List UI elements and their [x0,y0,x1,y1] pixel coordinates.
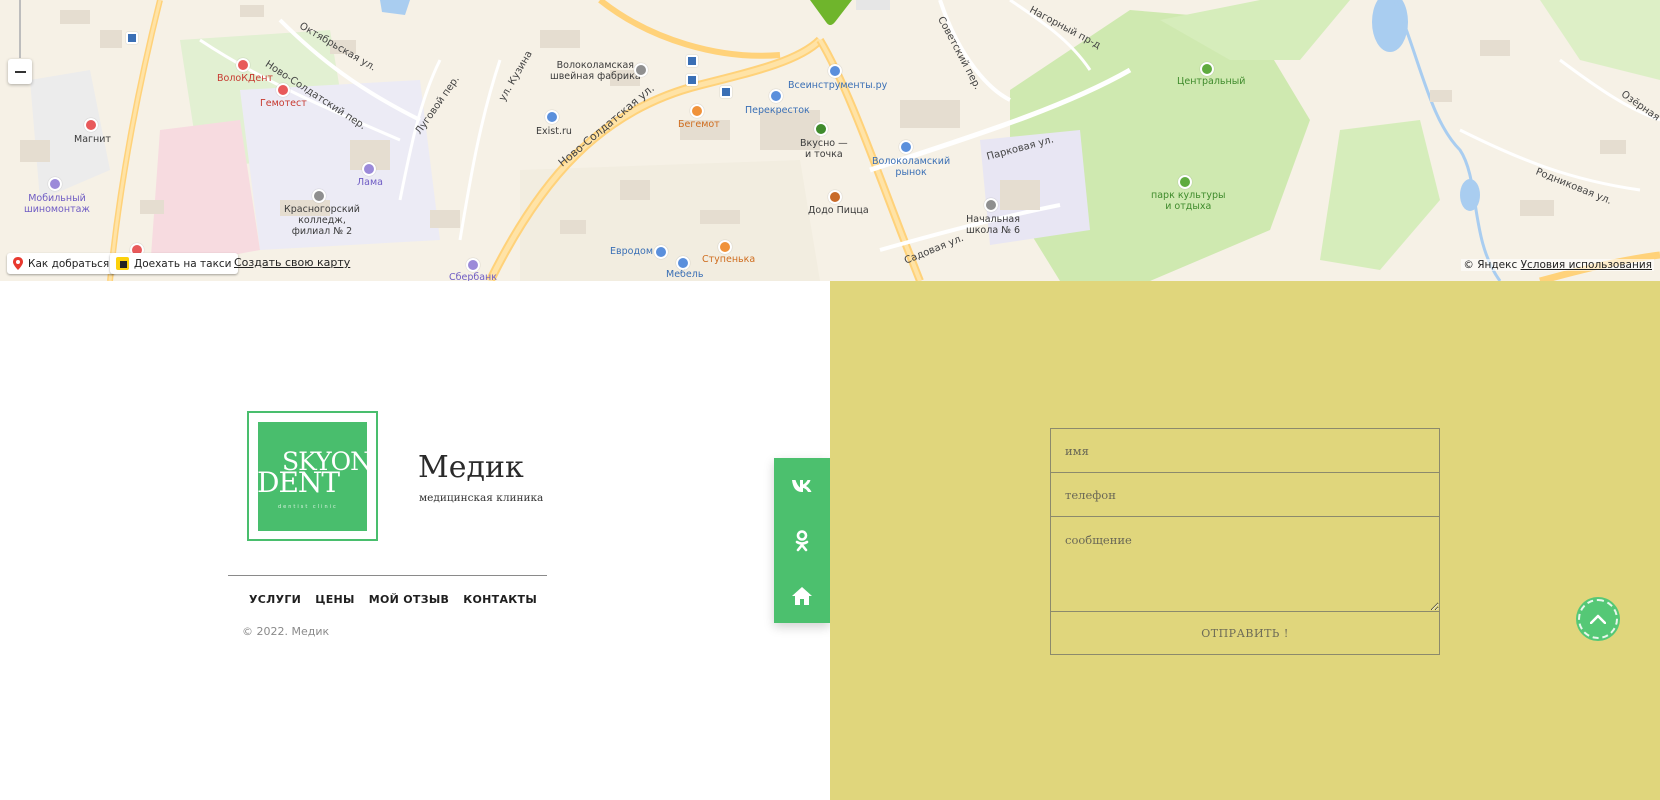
page: ВолоКДент Гемотест Магнит Мобильный шино… [0,0,1660,800]
poi-stupenka-icon[interactable] [718,240,732,254]
poi-school-icon[interactable] [984,198,998,212]
map-label-shkola: Начальная школа № 6 [966,214,1021,236]
bus-stop-icon[interactable] [126,32,138,44]
taxi-label: Доехать на такси [134,257,232,270]
map-label-park: парк культуры и отдыха [1151,190,1226,212]
poi-factory-icon[interactable] [634,63,648,77]
vk-button[interactable] [774,458,830,513]
submit-button[interactable]: ОТПРАВИТЬ ! [1050,611,1440,655]
map-label-shveinaya: Волоколамская швейная фабрика [550,60,641,82]
poi-magnit-icon[interactable] [84,118,98,132]
directions-label: Как добраться [28,257,110,270]
odnoklassniki-icon [795,529,809,551]
poi-centralny-icon[interactable] [1200,62,1214,76]
map-label-perekrestok: Перекресток [745,105,810,116]
scroll-to-top-button[interactable] [1578,599,1618,639]
footer-divider [228,575,547,576]
site-title: Медик [418,450,524,485]
phone-input[interactable] [1050,472,1440,516]
poi-mebel-icon[interactable] [676,256,690,270]
footer-left [0,281,830,800]
poi-rynok-icon[interactable] [899,140,913,154]
nav-link-my-review[interactable]: МОЙ ОТЗЫВ [369,593,449,606]
map-label-dodo: Додо Пицца [808,205,869,216]
social-bar [774,458,830,623]
map-label-stupenka: Ступенька [702,254,756,265]
message-textarea[interactable] [1050,516,1440,611]
map-attribution: © Яндекс Условия использования [1461,259,1654,271]
map-label-rynok: Волоколамский рынок [872,156,951,178]
nav-link-contacts[interactable]: КОНТАКТЫ [463,593,537,606]
nav-link-prices[interactable]: ЦЕНЫ [315,593,355,606]
footer-copyright: © 2022. Медик [242,625,330,638]
map-label-mobilny: Мобильный шиномонтаж [24,193,90,215]
poi-evrodom-icon[interactable] [654,245,668,259]
poi-mobilny-icon[interactable] [48,177,62,191]
poi-sberbank-icon[interactable] [466,258,480,272]
footer-nav: УСЛУГИ ЦЕНЫ МОЙ ОТЗЫВ КОНТАКТЫ [249,593,537,606]
name-input[interactable] [1050,428,1440,472]
directions-button[interactable]: Как добраться [7,253,116,274]
map-label-lama: Лама [357,177,383,188]
logo-tagline: dentist clinic [278,504,338,510]
contact-form: ОТПРАВИТЬ ! [1050,428,1440,655]
home-icon [792,586,812,605]
chevron-up-icon [1590,614,1606,624]
odnoklassniki-button[interactable] [774,513,830,568]
minus-icon [14,70,26,73]
poi-college-icon[interactable] [312,189,326,203]
poi-vkusno-icon[interactable] [814,122,828,136]
map-label-begemot: Бегемот [678,119,720,130]
bus-stop-icon[interactable] [686,55,698,67]
poi-exist-icon[interactable] [545,110,559,124]
map-label-krasnogorsky: Красногорский колледж, филиал № 2 [284,204,360,237]
map-label-mebel: Мебель [666,269,704,280]
taxi-icon [116,257,129,270]
map-label-vkusno: Вкусно — и точка [800,138,848,160]
yandex-map[interactable]: ВолоКДент Гемотест Магнит Мобильный шино… [0,0,1660,281]
poi-perekrestok-icon[interactable] [769,89,783,103]
map-label-evrodom: Евродом [610,246,653,257]
map-label-exist: Exist.ru [536,126,572,137]
terms-link[interactable]: Условия использования [1521,259,1652,271]
map-label-volokdent: ВолоКДент [217,73,273,84]
poi-gemotest-icon[interactable] [276,83,290,97]
map-label-sberbank: Сбербанк [449,272,497,281]
zoom-out-button[interactable] [8,59,32,84]
map-label-centralny: Центральный [1177,76,1246,87]
poi-lama-icon[interactable] [362,162,376,176]
poi-begemot-icon[interactable] [690,104,704,118]
create-map-link[interactable]: Создать свою карту [234,256,350,269]
yandex-copyright: © Яндекс [1463,259,1518,271]
home-button[interactable] [774,568,830,623]
map-label-vseinstrumenty: Всеинструменты.ру [788,80,888,91]
clinic-logo[interactable]: SKYON DENT dentist clinic [247,411,378,541]
site-subtitle: медицинская клиника [419,492,544,504]
nav-link-services[interactable]: УСЛУГИ [249,593,301,606]
zoom-slider-track[interactable] [19,0,21,58]
logo-text-bottom: DENT [258,466,340,499]
map-label-gemotest: Гемотест [260,98,307,109]
vk-icon [792,479,812,492]
taxi-button[interactable]: Доехать на такси [110,253,238,274]
poi-volokdent-icon[interactable] [236,58,250,72]
bus-stop-icon[interactable] [686,74,698,86]
poi-vseinstrumenty-icon[interactable] [828,64,842,78]
poi-park-icon[interactable] [1178,175,1192,189]
logo-mark: SKYON DENT dentist clinic [258,422,367,531]
location-pin-icon [13,257,23,270]
bus-stop-icon[interactable] [720,86,732,98]
map-label-magnit: Магнит [74,134,111,145]
poi-dodo-icon[interactable] [828,190,842,204]
